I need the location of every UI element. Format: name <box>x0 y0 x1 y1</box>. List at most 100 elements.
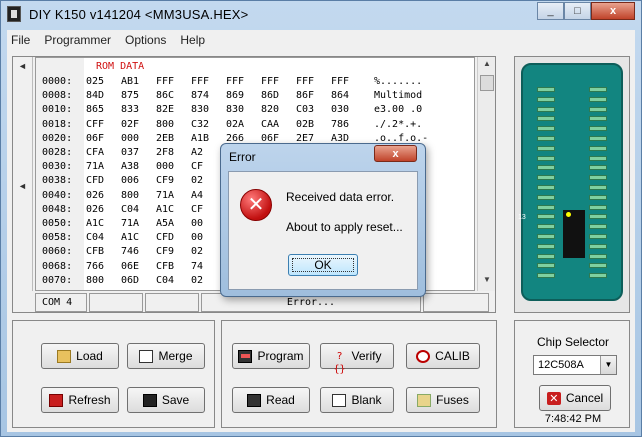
error-icon: ✕ <box>240 189 272 221</box>
clock-icon <box>416 349 431 363</box>
scroll-down-icon[interactable]: ▼ <box>481 275 493 289</box>
chip-socket-panel: 13 <box>514 56 630 313</box>
program-button[interactable]: Program <box>232 343 310 369</box>
socket-pin <box>589 165 607 171</box>
socket-pin <box>589 96 607 102</box>
hex-address: 0038: <box>42 175 73 187</box>
menu-options[interactable]: Options <box>125 33 166 47</box>
fuses-button[interactable]: Fuses <box>406 387 480 413</box>
chip-icon <box>563 210 585 258</box>
status-cell <box>423 293 489 312</box>
hex-address: 0028: <box>42 147 73 158</box>
chip-selected-value: 12C508A <box>538 359 584 371</box>
merge-button[interactable]: Merge <box>127 343 205 369</box>
title-bar[interactable]: DIY K150 v141204 <MM3USA.HEX> _ □ x <box>1 1 641 29</box>
socket-pin <box>589 204 607 210</box>
hex-address: 0050: <box>42 218 73 229</box>
hex-cell: 864 <box>331 90 350 102</box>
socket-pin <box>589 126 607 132</box>
hex-row: 0008: 84D 875 86C 874 869 86D 86F 864 Multimod <box>42 90 422 103</box>
hex-cell: 037 <box>121 147 140 158</box>
calib-button[interactable]: CALIB <box>406 343 480 369</box>
refresh-button[interactable]: Refresh <box>41 387 119 413</box>
hex-cell: 026 <box>86 203 105 215</box>
hex-cell: A38 <box>121 161 140 173</box>
hex-ascii: %....... <box>374 76 423 87</box>
hex-address: 0030: <box>42 161 73 173</box>
dialog-close-button[interactable]: x <box>374 145 417 162</box>
socket-pin <box>537 194 555 200</box>
error-message-line1: Received data error. <box>286 190 395 204</box>
socket-pin <box>589 175 607 181</box>
hex-cell: 874 <box>191 90 210 102</box>
status-cell <box>89 293 143 312</box>
hex-cell: CFD <box>86 175 105 187</box>
hex-cell: 06D <box>121 274 140 286</box>
socket-pin <box>537 96 555 102</box>
scroll-up-icon[interactable]: ▲ <box>481 59 493 73</box>
hex-cell: CAA <box>261 118 280 130</box>
verify-button[interactable]: ?{} Verify <box>320 343 394 375</box>
hex-cell: 02A <box>226 118 245 130</box>
hex-address: 0070: <box>42 274 73 286</box>
socket-pin <box>589 224 607 230</box>
hex-ascii: ./.2*.+. <box>374 118 423 130</box>
close-button[interactable]: x <box>591 2 635 20</box>
chip-selector-dropdown[interactable]: 12C508A ▼ <box>533 355 617 375</box>
hex-cell: 766 <box>86 260 105 272</box>
hex-cell: CFF <box>86 118 105 130</box>
socket-pin <box>537 253 555 259</box>
left-arrow-icon[interactable]: ◄ <box>18 181 27 191</box>
load-button[interactable]: Load <box>41 343 119 369</box>
hex-cell: 82E <box>156 104 175 116</box>
vertical-scrollbar[interactable]: ▲ ▼ <box>477 57 495 291</box>
blank-button[interactable]: Blank <box>320 387 394 413</box>
hex-cell: FFF <box>331 76 350 87</box>
left-scroll-column[interactable]: ◄ ◄ <box>13 57 33 291</box>
status-cell <box>145 293 199 312</box>
socket-pin <box>537 214 555 220</box>
folder-icon <box>57 349 72 363</box>
hex-cell: C32 <box>191 118 210 130</box>
maximize-button[interactable]: □ <box>564 2 591 20</box>
app-icon[interactable] <box>7 6 21 22</box>
hex-cell: 86C <box>156 90 175 102</box>
socket-pin <box>537 116 555 122</box>
hex-cell: 2EB <box>156 132 175 144</box>
chevron-down-icon[interactable]: ▼ <box>600 356 616 374</box>
hex-address: 0060: <box>42 246 73 258</box>
clock-display: 7:48:42 PM <box>544 413 602 425</box>
socket-pin <box>537 87 555 92</box>
ok-button[interactable]: OK <box>288 254 358 276</box>
blank-page-icon <box>332 393 347 407</box>
chip-selector-panel: Chip Selector 12C508A ▼ ✕ Cancel 7:48:42 … <box>514 320 630 428</box>
socket-pin <box>537 155 555 161</box>
hex-cell: 830 <box>191 104 210 116</box>
hex-cell: FFF <box>226 76 245 87</box>
hex-cell: 86F <box>296 90 315 102</box>
scroll-thumb[interactable] <box>480 75 494 91</box>
menu-programmer[interactable]: Programmer <box>44 33 111 47</box>
read-button[interactable]: Read <box>232 387 310 413</box>
socket-pin <box>537 175 555 181</box>
hex-cell: CFB <box>156 260 175 272</box>
hex-cell: 030 <box>331 104 350 116</box>
hex-cell: 02F <box>121 118 140 130</box>
hex-cell: C04 <box>156 274 175 286</box>
hex-cell: A5A <box>156 218 175 229</box>
hex-cell: 02B <box>296 118 315 130</box>
menu-help[interactable]: Help <box>180 33 205 47</box>
cancel-button[interactable]: ✕ Cancel <box>539 385 611 411</box>
rom-data-label: ROM DATA <box>96 61 145 72</box>
refresh-icon <box>49 393 64 407</box>
chip-selector-label: Chip Selector <box>536 335 610 349</box>
menu-file[interactable]: File <box>11 33 30 47</box>
cancel-x-icon: ✕ <box>546 391 561 405</box>
left-arrow-icon[interactable]: ◄ <box>18 61 27 71</box>
minimize-button[interactable]: _ <box>537 2 564 20</box>
error-dialog: Error x ✕ Received data error. About to … <box>220 143 426 297</box>
socket-pin-marker: 13 <box>518 214 526 221</box>
hex-address: 0000: <box>42 76 73 87</box>
save-button[interactable]: Save <box>127 387 205 413</box>
hex-cell: 865 <box>86 104 105 116</box>
